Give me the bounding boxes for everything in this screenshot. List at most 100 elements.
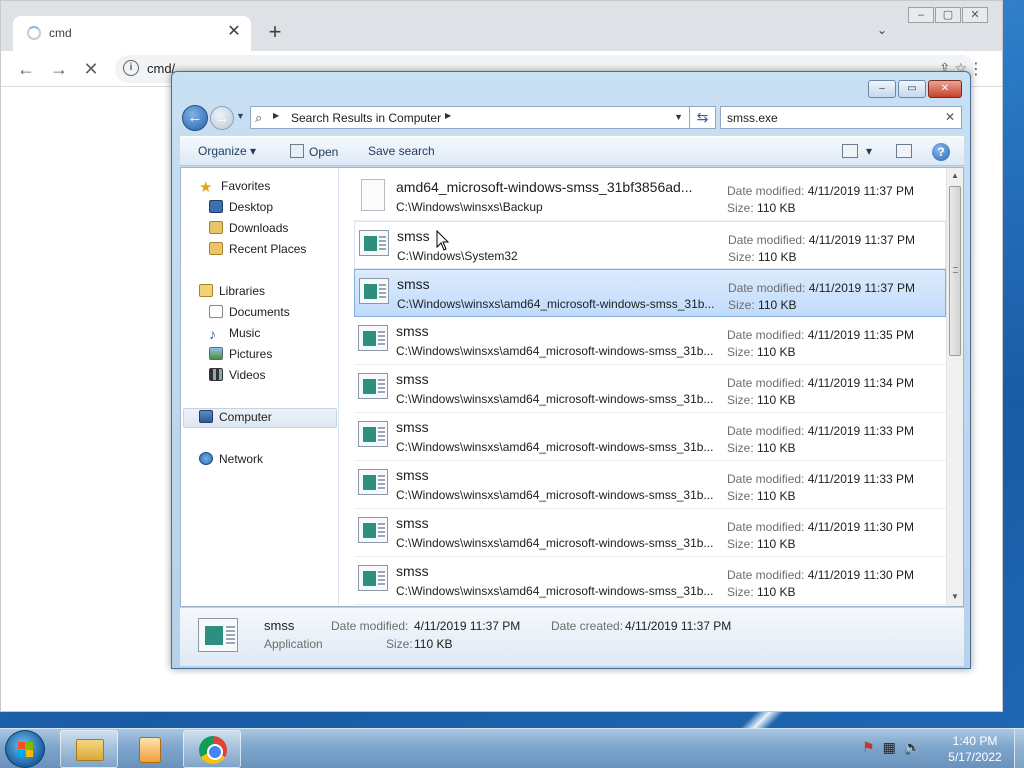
chevron-down-icon: ▾ (250, 144, 257, 158)
close-icon[interactable]: ✕ (962, 7, 988, 23)
file-name: smss (397, 276, 430, 292)
folder-icon (76, 739, 104, 761)
maximize-icon[interactable]: ▢ (935, 7, 961, 23)
minimize-icon[interactable]: – (868, 80, 896, 98)
breadcrumb[interactable]: Search Results in Computer (291, 111, 441, 125)
network-icon[interactable]: ▦ (883, 739, 896, 755)
start-button[interactable] (5, 730, 45, 768)
navigation-pane: ★ Favorites Desktop Downloads Recent Plac… (181, 168, 339, 606)
file-path: C:\Windows\winsxs\amd64_microsoft-window… (396, 344, 714, 358)
scroll-up-arrow-icon[interactable]: ▲ (949, 171, 961, 183)
browser-tab[interactable]: cmd ✕ (13, 16, 251, 51)
view-options-chevron-down-icon[interactable]: ▾ (866, 144, 872, 158)
windows-logo-icon (18, 742, 34, 758)
scrollbar-grip (953, 267, 958, 273)
list-item[interactable]: smss C:\Windows\winsxs\amd64_microsoft-w… (354, 365, 946, 413)
nav-item-pictures[interactable]: Pictures (209, 347, 272, 361)
scrollbar-thumb[interactable] (949, 186, 961, 356)
date-modified: Date modified: 4/11/2019 11:33 PM (727, 472, 915, 486)
application-icon (359, 230, 389, 256)
results-scrollbar[interactable]: ▲ ▼ (946, 168, 963, 606)
taskbar-media-player-button[interactable] (120, 730, 178, 768)
search-value[interactable]: smss.exe (727, 111, 778, 125)
change-view-icon[interactable] (842, 144, 858, 158)
preview-pane-icon[interactable] (896, 144, 912, 158)
nav-item-recent-places[interactable]: Recent Places (209, 242, 306, 256)
volume-icon[interactable]: 🔈 (904, 739, 921, 755)
forward-arrow-icon[interactable]: → (210, 106, 234, 130)
list-item[interactable]: smss C:\Windows\winsxs\amd64_microsoft-w… (354, 317, 946, 365)
explorer-window-controls: – ▭ ✕ (866, 80, 962, 98)
application-icon (358, 325, 388, 351)
file-path: C:\Windows\winsxs\amd64_microsoft-window… (397, 297, 715, 311)
back-arrow-icon[interactable]: ← (15, 59, 37, 81)
nav-item-libraries[interactable]: Libraries (199, 284, 265, 298)
open-button[interactable]: Open (290, 144, 338, 159)
details-file-name: smss (264, 618, 295, 633)
save-search-button[interactable]: Save search (368, 144, 435, 158)
file-size: Size: 110 KB (727, 441, 796, 455)
address-dropdown-icon[interactable]: ▼ (674, 112, 683, 122)
file-size: Size: 110 KB (727, 537, 796, 551)
application-icon (358, 421, 388, 447)
nav-item-music[interactable]: ♪ Music (209, 326, 260, 341)
details-file-type: Application (264, 637, 323, 651)
breadcrumb-arrow-icon[interactable]: ▶ (445, 111, 451, 120)
breadcrumb-arrow-icon[interactable]: ▶ (273, 111, 279, 120)
details-size-label: Size: (386, 637, 413, 651)
nav-item-downloads[interactable]: Downloads (209, 221, 288, 235)
clear-search-icon[interactable]: ✕ (945, 110, 955, 124)
list-item[interactable]: amd64_microsoft-windows-smss_31bf3856ad.… (354, 173, 946, 221)
application-icon (358, 373, 388, 399)
date-modified: Date modified: 4/11/2019 11:30 PM (727, 520, 915, 534)
refresh-icon[interactable]: ⇆ (690, 106, 716, 129)
nav-item-computer[interactable]: Computer (199, 410, 272, 424)
close-icon[interactable]: ✕ (928, 80, 962, 98)
date-modified: Date modified: 4/11/2019 11:34 PM (727, 376, 915, 390)
maximize-icon[interactable]: ▭ (898, 80, 926, 98)
list-item[interactable]: smss C:\Windows\winsxs\amd64_microsoft-w… (354, 509, 946, 557)
action-center-flag-icon[interactable]: ⚑ (862, 739, 875, 755)
scroll-down-arrow-icon[interactable]: ▼ (949, 592, 961, 604)
site-info-icon[interactable]: i (123, 60, 139, 76)
list-item[interactable]: smss C:\Windows\winsxs\amd64_microsoft-w… (354, 413, 946, 461)
command-bar: Organize ▾ Open Save search ▾ ? (180, 136, 964, 166)
date-modified: Date modified: 4/11/2019 11:30 PM (727, 568, 915, 582)
search-input[interactable]: smss.exe ✕ (720, 106, 962, 129)
tab-close-icon[interactable]: ✕ (225, 23, 243, 41)
chrome-icon (199, 736, 227, 764)
taskbar-chrome-button[interactable] (183, 730, 241, 768)
details-size: 110 KB (414, 637, 453, 651)
minimize-icon[interactable]: – (908, 7, 934, 23)
search-results-list: amd64_microsoft-windows-smss_31bf3856ad.… (340, 168, 946, 606)
loading-spinner-icon (27, 26, 41, 40)
nav-item-videos[interactable]: Videos (209, 368, 265, 382)
organize-button[interactable]: Organize ▾ (198, 144, 256, 158)
show-desktop-button[interactable] (1014, 729, 1024, 768)
list-item[interactable]: smss C:\Windows\winsxs\amd64_microsoft-w… (354, 461, 946, 509)
explorer-window: – ▭ ✕ ← → ▼ ⌕ ▶ Search Results in Computer… (171, 71, 971, 669)
system-clock[interactable]: 1:40 PM 5/17/2022 (940, 733, 1010, 765)
chrome-tab-strip: cmd ✕ + ⌄ – ▢ ✕ (1, 1, 1002, 51)
stop-loading-icon[interactable]: ✕ (80, 59, 102, 81)
nav-item-documents[interactable]: Documents (209, 305, 290, 319)
file-size: Size: 110 KB (728, 250, 797, 264)
back-arrow-icon[interactable]: ← (182, 105, 208, 131)
list-item[interactable]: smss C:\Windows\winsxs\amd64_microsoft-w… (354, 557, 946, 605)
documents-icon (209, 305, 223, 318)
forward-arrow-icon[interactable]: → (48, 59, 70, 81)
file-size: Size: 110 KB (727, 393, 796, 407)
new-tab-button[interactable]: + (263, 21, 287, 45)
file-size: Size: 110 KB (728, 298, 797, 312)
nav-item-favorites[interactable]: ★ Favorites (199, 179, 270, 195)
tab-search-chevron-down-icon[interactable]: ⌄ (877, 23, 887, 37)
nav-label: Downloads (229, 221, 289, 235)
taskbar-explorer-button[interactable] (60, 730, 118, 768)
list-item-selected[interactable]: smss C:\Windows\winsxs\amd64_microsoft-w… (354, 269, 946, 317)
date-modified: Date modified: 4/11/2019 11:33 PM (727, 424, 915, 438)
help-icon[interactable]: ? (932, 143, 950, 161)
explorer-address-bar[interactable]: ⌕ ▶ Search Results in Computer ▶ ▼ (250, 106, 690, 129)
nav-item-desktop[interactable]: Desktop (209, 200, 273, 214)
nav-item-network[interactable]: Network (199, 452, 263, 466)
recent-pages-chevron-down-icon[interactable]: ▼ (236, 111, 245, 121)
